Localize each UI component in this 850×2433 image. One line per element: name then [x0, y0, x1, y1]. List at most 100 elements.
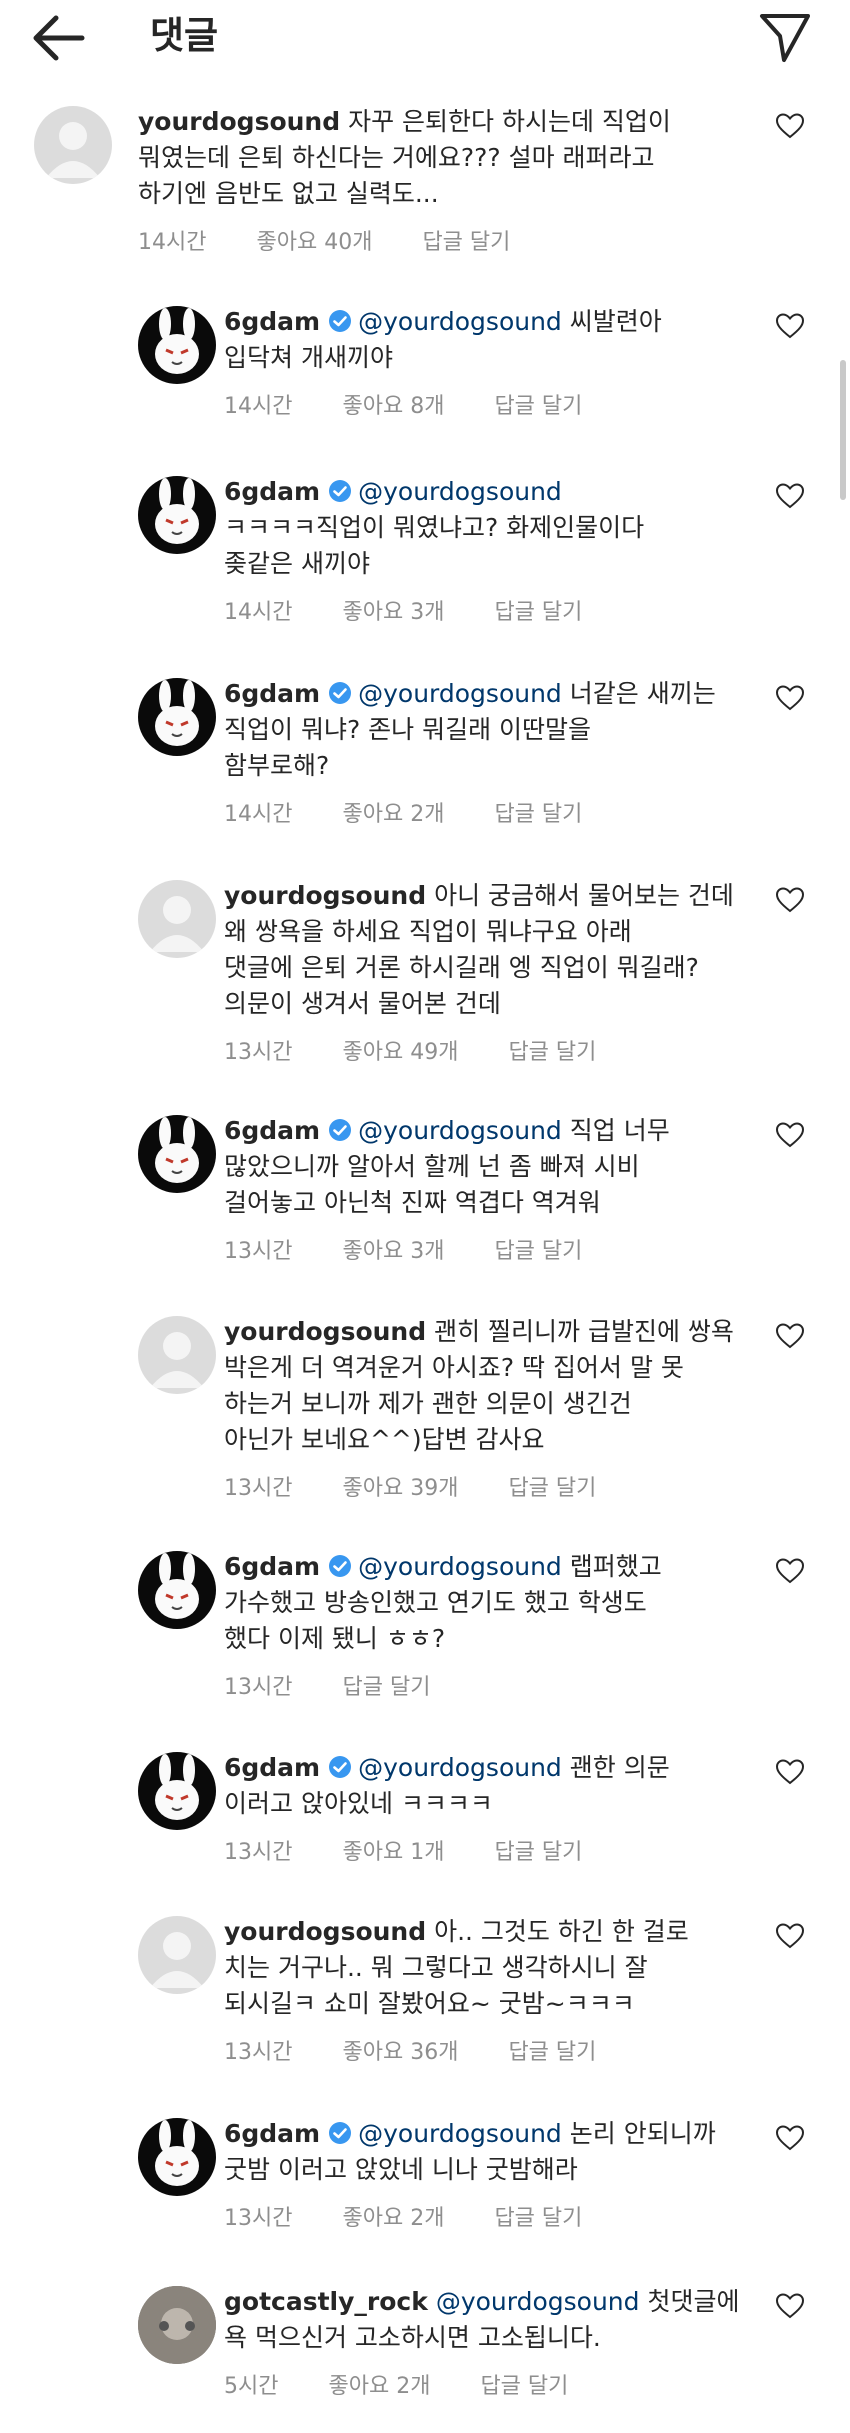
comment-text-line: 박은게 더 역겨운거 아시죠? 딱 집어서 말 못 — [224, 1350, 684, 1386]
heart-outline-icon[interactable] — [775, 2292, 805, 2320]
like-count[interactable]: 좋아요 40개 — [256, 224, 372, 256]
arrow-left-icon[interactable] — [28, 10, 88, 66]
comment-meta: 13시간 좋아요 3개 답글 달기 — [224, 1233, 582, 1265]
page-title: 댓글 — [150, 14, 219, 57]
username[interactable]: yourdogsound — [138, 107, 340, 136]
scrollbar[interactable] — [840, 360, 846, 500]
like-count[interactable]: 좋아요 39개 — [342, 1470, 458, 1502]
verified-badge-icon — [329, 1756, 352, 1778]
mention-link[interactable]: @yourdogsound — [436, 2287, 640, 2316]
heart-outline-icon[interactable] — [775, 886, 805, 914]
heart-outline-icon[interactable] — [775, 1758, 805, 1786]
like-count[interactable]: 좋아요 3개 — [342, 1233, 444, 1265]
like-count[interactable]: 좋아요 8개 — [342, 388, 444, 420]
like-count[interactable]: 좋아요 2개 — [328, 2368, 430, 2400]
username[interactable]: 6gdam — [224, 679, 320, 708]
comment-text-line: 되시길ㅋ 쇼미 잘봤어요~ 굿밤~ㅋㅋㅋ — [224, 1986, 635, 2022]
mention-link[interactable]: @yourdogsound — [358, 679, 562, 708]
comment-text-line: 함부로해? — [224, 748, 329, 784]
like-count[interactable]: 좋아요 3개 — [342, 594, 444, 626]
reply-button[interactable]: 답글 달기 — [480, 2368, 568, 2400]
comment-body: 가수했고 방송인했고 연기도 했고 학생도 — [224, 1588, 647, 1617]
username[interactable]: yourdogsound — [224, 881, 426, 910]
send-icon[interactable] — [758, 10, 812, 64]
comment-body: 아.. 그것도 하긴 한 걸로 — [434, 1917, 689, 1946]
comment-time: 5시간 — [224, 2374, 279, 2399]
avatar[interactable] — [138, 476, 216, 554]
avatar[interactable] — [138, 2118, 216, 2196]
username[interactable]: gotcastly_rock — [224, 2287, 428, 2316]
reply-button[interactable]: 답글 달기 — [494, 1834, 582, 1866]
comment-item: 6gdam @yourdogsound 너같은 새끼는 직업이 뭐냐? 존나 뭐길래… — [0, 678, 850, 827]
comment-item: 6gdam @yourdogsound 괜한 의문 이러고 앉아있네 ㅋㅋㅋㅋ 13시… — [0, 1752, 850, 1865]
mention-link[interactable]: @yourdogsound — [358, 307, 562, 336]
username[interactable]: 6gdam — [224, 1116, 320, 1145]
comment-body: 댓글에 은퇴 거론 하시길래 엥 직업이 뭐길래? — [224, 953, 699, 982]
comment-body: 의문이 생겨서 물어본 건데 — [224, 989, 501, 1018]
comment-item: 6gdam @yourdogsound 논리 안되니까 굿밤 이러고 앉았네 니나 … — [0, 2118, 850, 2231]
reply-button[interactable]: 답글 달기 — [494, 796, 582, 828]
mention-link[interactable]: @yourdogsound — [358, 2119, 562, 2148]
heart-outline-icon[interactable] — [775, 684, 805, 712]
avatar[interactable] — [138, 1115, 216, 1193]
comment-text-line: 아닌가 보네요^^)답변 감사요 — [224, 1422, 545, 1458]
username[interactable]: 6gdam — [224, 477, 320, 506]
heart-outline-icon[interactable] — [775, 1322, 805, 1350]
avatar[interactable] — [138, 678, 216, 756]
reply-button[interactable]: 답글 달기 — [494, 388, 582, 420]
avatar[interactable] — [138, 2286, 216, 2364]
comment-body: 괜한 의문 — [569, 1753, 670, 1782]
heart-outline-icon[interactable] — [775, 1922, 805, 1950]
comment-text-first-line: 6gdam @yourdogsound 괜한 의문 — [224, 1750, 670, 1786]
like-count[interactable]: 좋아요 36개 — [342, 2034, 458, 2066]
heart-outline-icon[interactable] — [775, 312, 805, 340]
comment-item: yourdogsound 괜히 찔리니까 급발진에 쌍욕 박은게 더 역겨운거 아… — [0, 1316, 850, 1501]
comment-text-line: 하기엔 음반도 없고 실력도... — [138, 176, 439, 212]
reply-button[interactable]: 답글 달기 — [342, 1669, 430, 1701]
username[interactable]: yourdogsound — [224, 1317, 426, 1346]
heart-outline-icon[interactable] — [775, 1557, 805, 1585]
heart-outline-icon[interactable] — [775, 2124, 805, 2152]
comment-text-first-line: 6gdam @yourdogsound 너같은 새끼는 — [224, 676, 716, 712]
avatar[interactable] — [138, 1551, 216, 1629]
mention-link[interactable]: @yourdogsound — [358, 1116, 562, 1145]
comment-item: 6gdam @yourdogsound ㅋㅋㅋㅋ직업이 뭐였냐고? 화제인물이다 좆… — [0, 476, 850, 625]
comment-body: 직업이 뭐냐? 존나 뭐길래 이딴말을 — [224, 715, 592, 744]
avatar[interactable] — [138, 880, 216, 958]
comment-body: 박은게 더 역겨운거 아시죠? 딱 집어서 말 못 — [224, 1353, 684, 1382]
reply-button[interactable]: 답글 달기 — [494, 594, 582, 626]
reply-button[interactable]: 답글 달기 — [494, 1233, 582, 1265]
like-count[interactable]: 좋아요 2개 — [342, 796, 444, 828]
username[interactable]: 6gdam — [224, 1552, 320, 1581]
avatar[interactable] — [138, 1752, 216, 1830]
reply-button[interactable]: 답글 달기 — [508, 1034, 596, 1066]
reply-button[interactable]: 답글 달기 — [422, 224, 510, 256]
mention-link[interactable]: @yourdogsound — [358, 1753, 562, 1782]
avatar[interactable] — [34, 106, 112, 184]
comment-text-line: 굿밤 이러고 앉았네 니나 굿밤해라 — [224, 2152, 578, 2188]
like-count[interactable]: 좋아요 49개 — [342, 1034, 458, 1066]
username[interactable]: 6gdam — [224, 2119, 320, 2148]
reply-button[interactable]: 답글 달기 — [494, 2200, 582, 2232]
heart-outline-icon[interactable] — [775, 1121, 805, 1149]
heart-outline-icon[interactable] — [775, 112, 805, 140]
reply-button[interactable]: 답글 달기 — [508, 2034, 596, 2066]
avatar[interactable] — [138, 306, 216, 384]
avatar[interactable] — [138, 1316, 216, 1394]
comment-body: 씨발련아 — [569, 307, 662, 336]
mention-link[interactable]: @yourdogsound — [358, 477, 562, 506]
mention-link[interactable]: @yourdogsound — [358, 1552, 562, 1581]
top-bar: 댓글 — [0, 0, 850, 76]
like-count[interactable]: 좋아요 2개 — [342, 2200, 444, 2232]
comment-body: 했다 이제 됐니 ㅎㅎ? — [224, 1624, 446, 1653]
username[interactable]: yourdogsound — [224, 1917, 426, 1946]
heart-outline-icon[interactable] — [775, 482, 805, 510]
username[interactable]: 6gdam — [224, 1753, 320, 1782]
comment-text-line: 이러고 앉아있네 ㅋㅋㅋㅋ — [224, 1786, 493, 1822]
username[interactable]: 6gdam — [224, 307, 320, 336]
avatar[interactable] — [138, 1916, 216, 1994]
comment-meta: 13시간 좋아요 39개 답글 달기 — [224, 1470, 596, 1502]
comment-body: ㅋㅋㅋㅋ직업이 뭐였냐고? 화제인물이다 — [224, 513, 645, 542]
reply-button[interactable]: 답글 달기 — [508, 1470, 596, 1502]
like-count[interactable]: 좋아요 1개 — [342, 1834, 444, 1866]
